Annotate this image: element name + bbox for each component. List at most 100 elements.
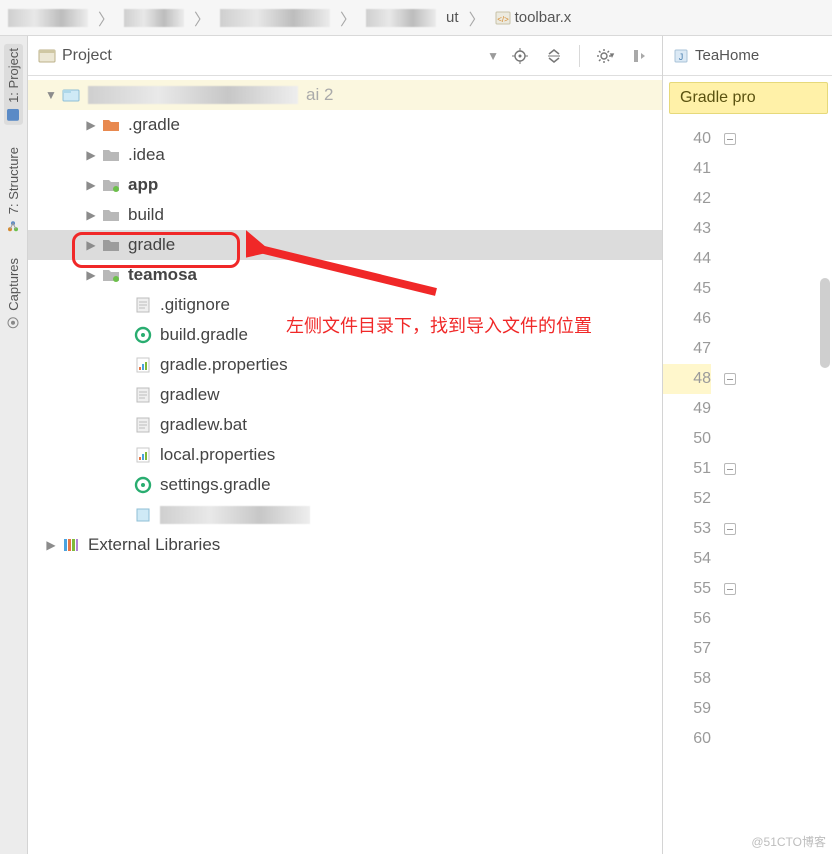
fold-marker[interactable]	[721, 454, 739, 484]
locate-button[interactable]	[507, 43, 533, 69]
tree-item-local-properties[interactable]: ▶ local.properties	[28, 440, 662, 470]
tree-item-gradle-cache[interactable]: ▶ .gradle	[28, 110, 662, 140]
dropdown-icon[interactable]: ▼	[487, 49, 499, 63]
line-number[interactable]: 58	[663, 664, 711, 694]
fold-marker[interactable]	[721, 574, 739, 604]
line-number[interactable]: 47	[663, 334, 711, 364]
line-number[interactable]: 56	[663, 604, 711, 634]
side-tab-project[interactable]: 1: Project	[4, 44, 23, 125]
expand-toggle[interactable]: ▶	[84, 178, 98, 192]
line-number[interactable]: 41	[663, 154, 711, 184]
tree-item-gradle-properties[interactable]: ▶ gradle.properties	[28, 350, 662, 380]
tree-root[interactable]: ▼ ai 2	[28, 80, 662, 110]
line-number[interactable]: 48	[663, 364, 711, 394]
project-tab-icon	[8, 109, 20, 121]
line-number[interactable]: 55	[663, 574, 711, 604]
fold-marker[interactable]	[721, 664, 739, 694]
fold-marker[interactable]	[721, 274, 739, 304]
line-number[interactable]: 54	[663, 544, 711, 574]
line-number[interactable]: 43	[663, 214, 711, 244]
settings-button[interactable]: ▾	[592, 43, 618, 69]
breadcrumb-blur	[8, 9, 88, 27]
fold-marker[interactable]	[721, 544, 739, 574]
watermark: @51CTO博客	[751, 833, 826, 850]
line-number[interactable]: 49	[663, 394, 711, 424]
editor-gutter[interactable]: 4041424344454647484950515253545556575859…	[663, 118, 832, 854]
fold-marker[interactable]	[721, 724, 739, 754]
scrollbar-thumb[interactable]	[820, 278, 830, 368]
fold-marker[interactable]	[721, 334, 739, 364]
editor-tab[interactable]: J TeaHome	[663, 36, 832, 76]
fold-marker[interactable]	[721, 154, 739, 184]
line-number[interactable]: 42	[663, 184, 711, 214]
tree-item-app[interactable]: ▶ app	[28, 170, 662, 200]
collapse-icon	[546, 48, 562, 64]
fold-marker[interactable]	[721, 514, 739, 544]
side-tab-structure[interactable]: 7: Structure	[4, 143, 23, 236]
folder-icon	[102, 146, 120, 164]
fold-marker[interactable]	[721, 364, 739, 394]
tree-item-gitignore[interactable]: ▶ .gitignore	[28, 290, 662, 320]
expand-toggle[interactable]: ▶	[84, 268, 98, 282]
fold-marker[interactable]	[721, 424, 739, 454]
line-number[interactable]: 45	[663, 274, 711, 304]
tree-label: local.properties	[160, 445, 275, 465]
fold-marker[interactable]	[721, 244, 739, 274]
tree-label: .gitignore	[160, 295, 230, 315]
properties-file-icon	[134, 356, 152, 374]
side-tab-captures[interactable]: Captures	[4, 254, 23, 333]
module-folder-icon	[102, 266, 120, 284]
left-tool-strip: 1: Project 7: Structure Captures	[0, 36, 28, 854]
tree-item-teamosa[interactable]: ▶ teamosa	[28, 260, 662, 290]
line-number[interactable]: 44	[663, 244, 711, 274]
line-number[interactable]: 52	[663, 484, 711, 514]
expand-toggle[interactable]: ▶	[84, 118, 98, 132]
expand-toggle[interactable]: ▶	[84, 148, 98, 162]
fold-marker[interactable]	[721, 634, 739, 664]
line-number[interactable]: 59	[663, 694, 711, 724]
expand-toggle[interactable]: ▶	[84, 208, 98, 222]
collapse-all-button[interactable]	[541, 43, 567, 69]
tree-item-gradlew[interactable]: ▶ gradlew	[28, 380, 662, 410]
properties-file-icon	[134, 446, 152, 464]
text-file-icon	[134, 416, 152, 434]
fold-marker[interactable]	[721, 214, 739, 244]
tree-item-settings-gradle[interactable]: ▶ settings.gradle	[28, 470, 662, 500]
line-number[interactable]: 50	[663, 424, 711, 454]
line-number[interactable]: 60	[663, 724, 711, 754]
tree-item-gradle-folder[interactable]: ▶ gradle	[28, 230, 662, 260]
fold-marker[interactable]	[721, 124, 739, 154]
tree-item-blur[interactable]: ▶	[28, 500, 662, 530]
svg-text:</>: </>	[497, 15, 509, 24]
expand-toggle[interactable]: ▶	[84, 238, 98, 252]
expand-toggle[interactable]: ▶	[44, 538, 58, 552]
tree-label: .gradle	[128, 115, 180, 135]
expand-toggle[interactable]: ▼	[44, 88, 58, 102]
line-number[interactable]: 57	[663, 634, 711, 664]
tree-item-build[interactable]: ▶ build	[28, 200, 662, 230]
breadcrumb-segment[interactable]: ut	[446, 9, 459, 26]
fold-marker[interactable]	[721, 184, 739, 214]
line-number[interactable]: 53	[663, 514, 711, 544]
tree-item-build-gradle[interactable]: ▶ build.gradle	[28, 320, 662, 350]
item-name-blur	[160, 506, 310, 524]
project-tree[interactable]: ▼ ai 2 ▶ .gradle ▶ .idea ▶	[28, 76, 662, 854]
line-number[interactable]: 51	[663, 454, 711, 484]
hide-button[interactable]	[626, 43, 652, 69]
tree-item-external-libraries[interactable]: ▶ External Libraries	[28, 530, 662, 560]
project-panel-title[interactable]: Project ▼	[38, 47, 499, 65]
line-number[interactable]: 40	[663, 124, 711, 154]
text-file-icon	[134, 386, 152, 404]
gradle-sync-banner[interactable]: Gradle pro	[669, 82, 828, 114]
breadcrumb-file[interactable]: </> toolbar.x	[495, 9, 572, 26]
gradle-file-icon	[134, 326, 152, 344]
line-number[interactable]: 46	[663, 304, 711, 334]
tree-item-gradlew-bat[interactable]: ▶ gradlew.bat	[28, 410, 662, 440]
fold-marker[interactable]	[721, 694, 739, 724]
fold-marker[interactable]	[721, 304, 739, 334]
fold-marker[interactable]	[721, 394, 739, 424]
tree-item-idea[interactable]: ▶ .idea	[28, 140, 662, 170]
folder-icon	[102, 116, 120, 134]
fold-marker[interactable]	[721, 484, 739, 514]
fold-marker[interactable]	[721, 604, 739, 634]
